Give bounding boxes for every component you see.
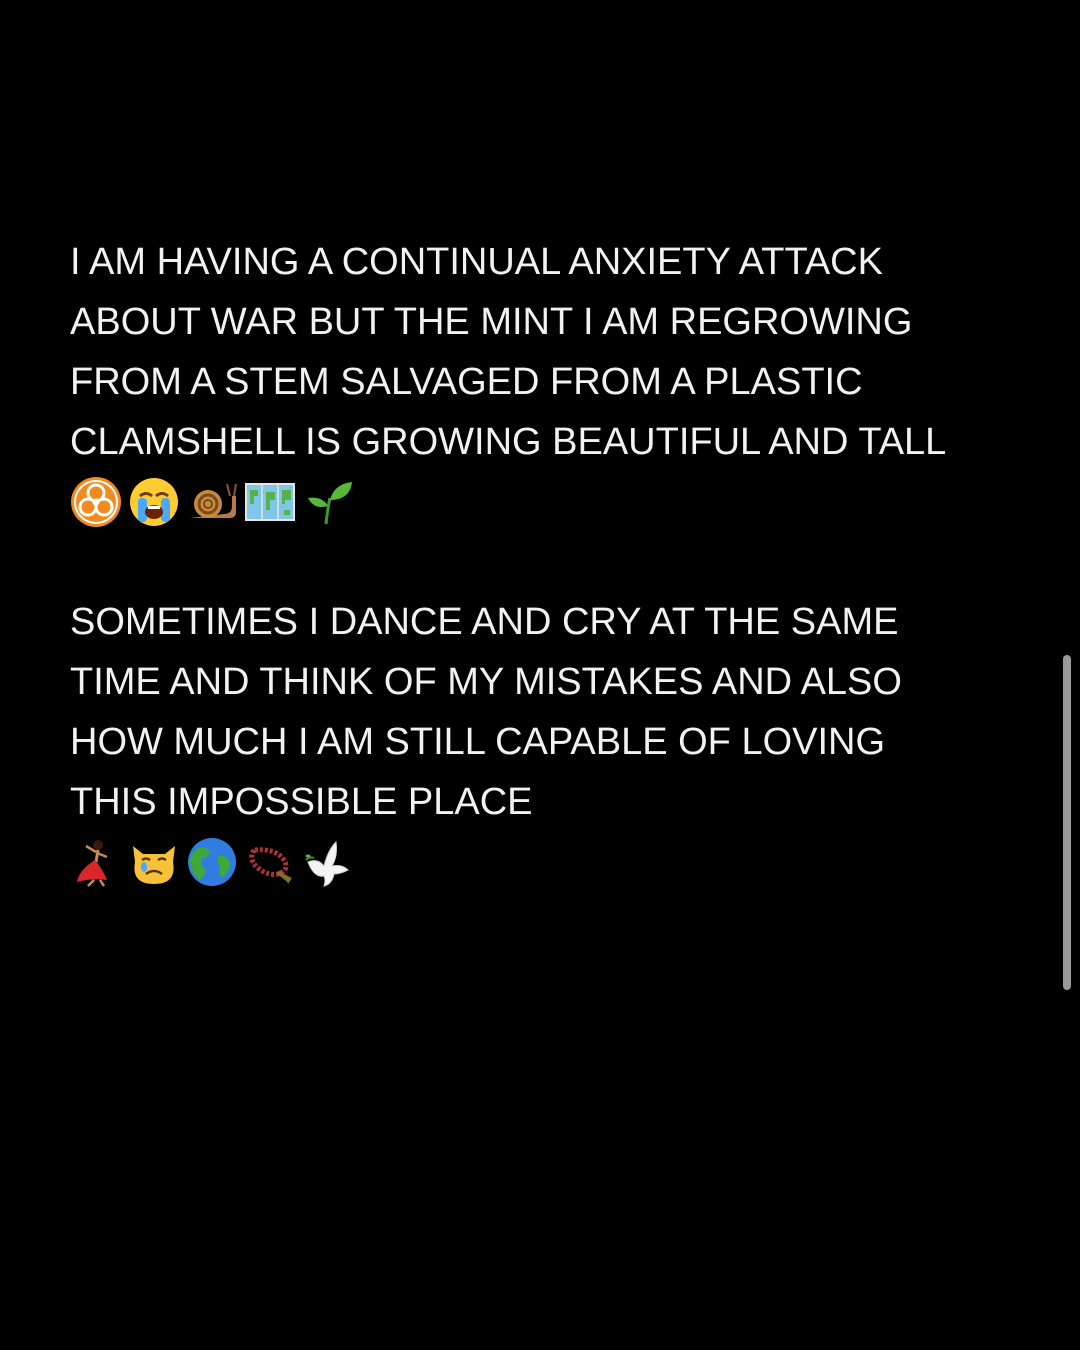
notes-screen: I AM HAVING A CONTINUAL ANXIETY ATTACK A…	[0, 0, 1080, 1350]
note-line: ABOUT WAR BUT THE MINT I AM REGROWING	[70, 301, 913, 343]
vertical-scrollbar[interactable]	[1063, 655, 1071, 990]
biohazard-icon	[70, 476, 122, 528]
crying-cat-icon	[128, 836, 180, 888]
emoji-row-1	[70, 472, 1030, 532]
note-line: CLAMSHELL IS GROWING BEAUTIFUL AND TALL	[70, 421, 947, 463]
note-line: THIS IMPOSSIBLE PLACE	[70, 781, 533, 823]
note-line: I AM HAVING A CONTINUAL ANXIETY ATTACK	[70, 241, 883, 283]
snail-icon	[186, 476, 238, 528]
note-line: HOW MUCH I AM STILL CAPABLE OF LOVING	[70, 721, 886, 763]
dancer-icon	[70, 836, 122, 888]
note-line: SOMETIMES I DANCE AND CRY AT THE SAME	[70, 601, 899, 643]
loudly-crying-face-icon	[128, 476, 180, 528]
emoji-row-2	[70, 832, 1030, 892]
globe-icon	[186, 836, 238, 888]
world-map-icon	[244, 476, 296, 528]
prayer-beads-icon	[244, 836, 296, 888]
seedling-icon	[302, 476, 354, 528]
note-line: FROM A STEM SALVAGED FROM A PLASTIC	[70, 361, 863, 403]
dove-icon	[302, 836, 354, 888]
note-body[interactable]: I AM HAVING A CONTINUAL ANXIETY ATTACK A…	[70, 232, 1030, 892]
note-line: TIME AND THINK OF MY MISTAKES AND ALSO	[70, 661, 902, 703]
